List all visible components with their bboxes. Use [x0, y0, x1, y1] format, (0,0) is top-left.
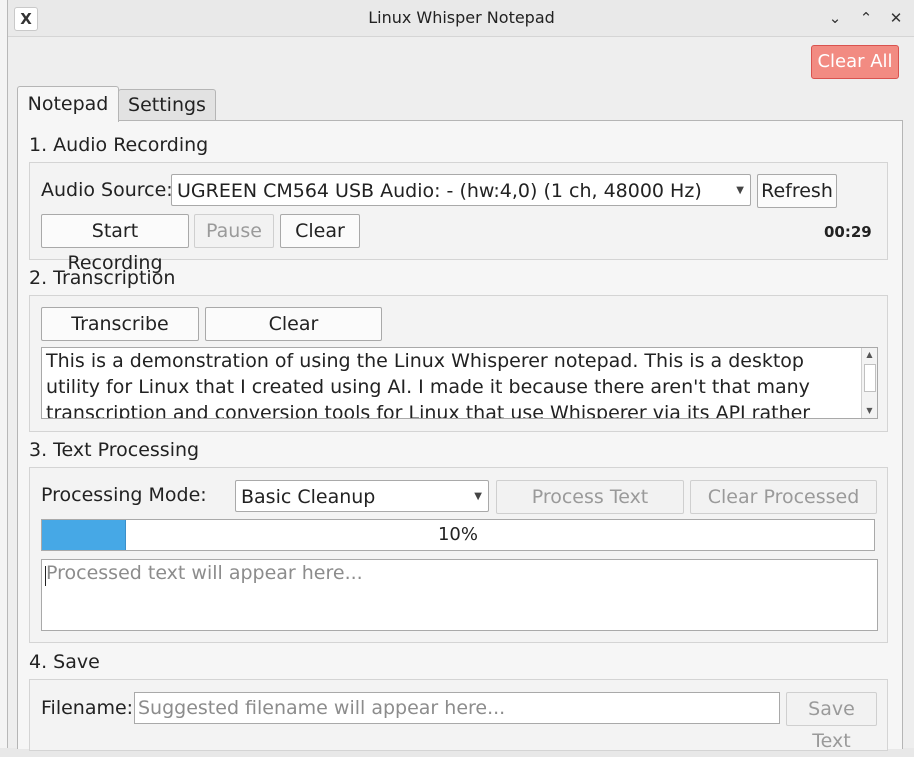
save-text-button[interactable]: Save Text	[786, 692, 877, 752]
processing-mode-select[interactable]: Basic Cleanup ▼	[235, 480, 489, 512]
save-group: Filename: Suggested filename will appear…	[29, 679, 888, 752]
tab-notepad[interactable]: Notepad	[17, 86, 119, 122]
notepad-tab-pane: 1. Audio Recording Audio Source: UGREEN …	[17, 120, 903, 752]
text-processing-title: 3. Text Processing	[29, 439, 200, 461]
processing-mode-value: Basic Cleanup	[241, 486, 376, 508]
filename-input[interactable]: Suggested filename will appear here...	[134, 692, 780, 724]
chevron-up-icon: ⌃	[859, 9, 873, 27]
filename-label: Filename:	[41, 697, 134, 719]
processing-mode-label: Processing Mode:	[41, 484, 207, 506]
transcription-title: 2. Transcription	[29, 267, 176, 289]
start-recording-button[interactable]: Start Recording	[41, 214, 189, 274]
app-window: X Linux Whisper Notepad ⌄ ⌃ ✕ Clear All …	[7, 0, 914, 752]
audio-source-select[interactable]: UGREEN CM564 USB Audio: - (hw:4,0) (1 ch…	[171, 174, 751, 206]
transcription-text: This is a demonstration of using the Lin…	[46, 350, 811, 419]
maximize-button[interactable]: ⌃	[854, 6, 878, 30]
audio-recording-title: 1. Audio Recording	[29, 134, 209, 156]
chevron-down-icon: ⌄	[828, 9, 842, 27]
clear-transcription-button[interactable]: Clear Transcription	[205, 307, 382, 367]
processed-text-area[interactable]: Processed text will appear here...	[41, 559, 878, 631]
dropdown-arrow-icon: ▼	[736, 185, 744, 196]
transcription-scrollbar[interactable]: ▲ ▼	[861, 348, 877, 418]
recording-timer: 00:29	[824, 223, 872, 241]
scroll-thumb[interactable]	[864, 364, 876, 392]
clear-recording-button[interactable]: Clear	[280, 214, 360, 248]
clear-all-button[interactable]: Clear All	[811, 45, 899, 79]
processing-progress-bar: 10%	[41, 519, 875, 551]
title-bar: X Linux Whisper Notepad ⌄ ⌃ ✕	[8, 0, 914, 37]
audio-recording-group: Audio Source: UGREEN CM564 USB Audio: - …	[29, 162, 888, 274]
scroll-up-icon[interactable]: ▲	[862, 348, 877, 362]
close-icon: ✕	[889, 9, 903, 27]
text-processing-group: Processing Mode: Basic Cleanup ▼ Process…	[29, 467, 888, 643]
audio-source-label: Audio Source:	[41, 179, 173, 201]
processed-text-placeholder: Processed text will appear here...	[46, 562, 363, 584]
dropdown-arrow-icon: ▼	[474, 491, 482, 502]
minimize-button[interactable]: ⌄	[823, 6, 847, 30]
save-title: 4. Save	[29, 651, 100, 673]
transcribe-audio-button[interactable]: Transcribe Audio	[41, 307, 199, 367]
progress-text: 10%	[437, 524, 478, 545]
scroll-down-icon[interactable]: ▼	[862, 404, 877, 418]
refresh-button[interactable]: Refresh	[757, 174, 837, 208]
window-title: Linux Whisper Notepad	[368, 8, 555, 27]
close-button[interactable]: ✕	[884, 6, 908, 30]
tab-settings[interactable]: Settings	[118, 89, 216, 121]
clear-processed-button[interactable]: Clear Processed	[690, 480, 877, 514]
filename-placeholder: Suggested filename will appear here...	[138, 697, 506, 719]
pause-button[interactable]: Pause	[194, 214, 274, 248]
audio-source-value: UGREEN CM564 USB Audio: - (hw:4,0) (1 ch…	[177, 180, 702, 202]
transcription-group: Transcribe Audio Clear Transcription Thi…	[29, 295, 888, 432]
process-text-button[interactable]: Process Text	[496, 480, 684, 514]
transcription-textarea[interactable]: This is a demonstration of using the Lin…	[41, 347, 878, 419]
